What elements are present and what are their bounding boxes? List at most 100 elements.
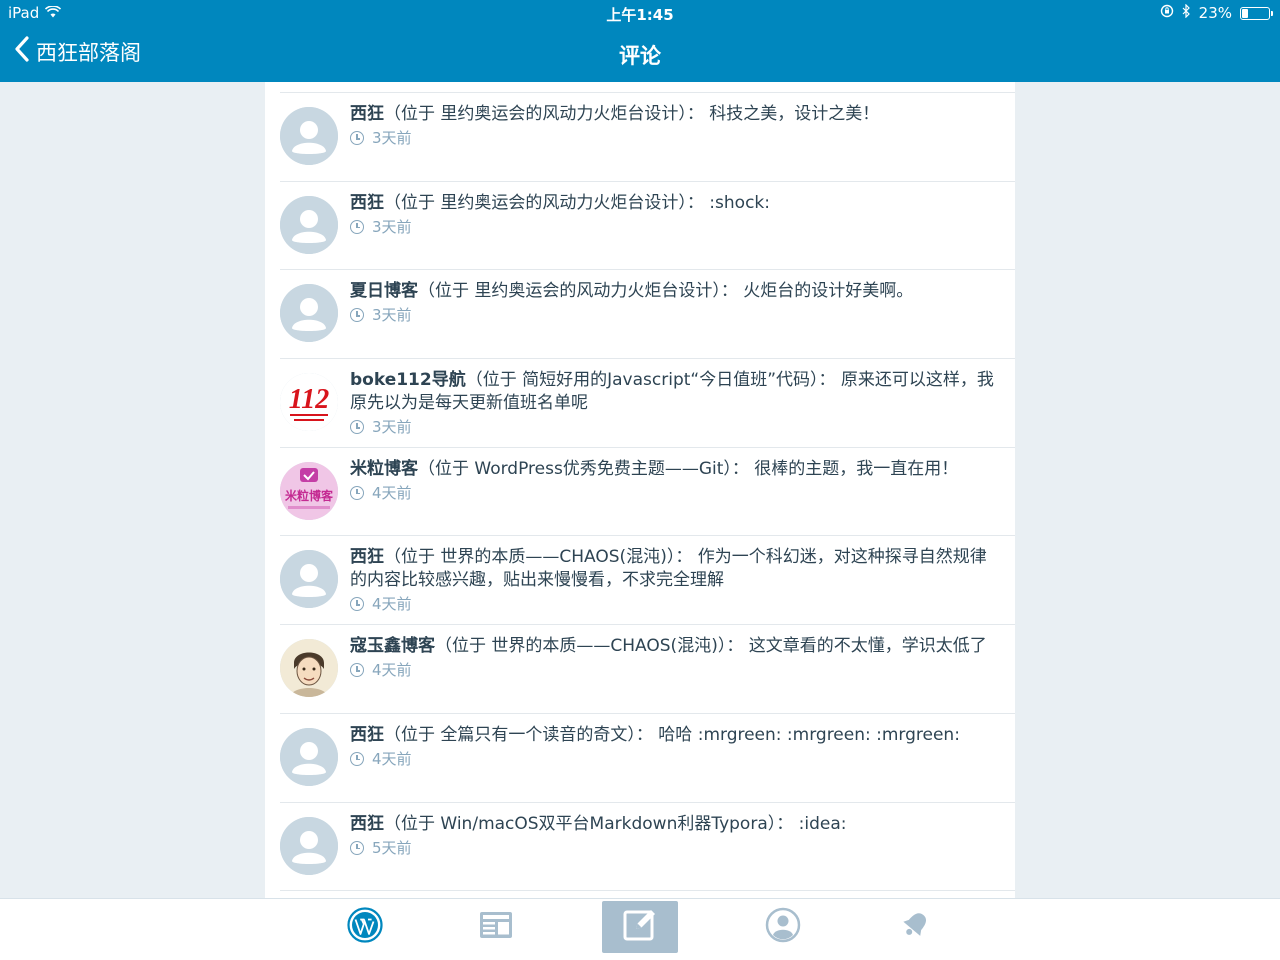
- comment-time: 5天前: [372, 838, 412, 857]
- comment-time: 4天前: [372, 595, 412, 614]
- default-avatar: [280, 284, 338, 343]
- comment-body: boke112导航（位于 简短好用的Javascript“今日值班”代码）： 原…: [350, 369, 1000, 437]
- comment-item[interactable]: 112 boke112导航（位于 简短好用的Javascript“今日值班”代码）…: [280, 359, 1015, 448]
- boke112-logo-text: 112: [289, 384, 329, 415]
- comment-meta: 4天前: [350, 483, 1000, 503]
- back-label: 西狂部落阁: [36, 40, 141, 65]
- comment-body: 西狂（位于 里约奥运会的风动力火炬台设计）： 科技之美，设计之美！ 3天前: [350, 103, 1000, 148]
- comment-author: 西狂: [350, 724, 384, 745]
- comment-text: :idea:: [793, 813, 847, 834]
- comment-item[interactable]: 西狂（位于 里约奥运会的风动力火炬台设计）： :shock: 3天前: [280, 182, 1015, 271]
- comment-meta: 5天前: [350, 838, 1000, 858]
- mili-logo: 米粒博客: [280, 461, 338, 520]
- default-avatar: [280, 550, 338, 609]
- comment-item[interactable]: 夏日博客（位于 里约奥运会的风动力火炬台设计）： 火炬台的设计好美啊。 3天前: [280, 270, 1015, 360]
- tab-me[interactable]: [745, 901, 821, 953]
- comment-text: 火炬台的设计好美啊。: [737, 281, 914, 302]
- bluetooth-icon: [1182, 3, 1191, 22]
- comment-post-ref: （位于 里约奥运会的风动力火炬台设计）：: [384, 104, 704, 124]
- comment-text: 很棒的主题，我一直在用！: [748, 458, 959, 479]
- tab-notifications[interactable]: [877, 901, 953, 953]
- comment-item[interactable]: 米粒博客 米粒博客（位于 WordPress优秀免费主题——Git）： 很棒的主题…: [280, 448, 1015, 537]
- comment-item[interactable]: 西狂（位于 里约奥运会的风动力火炬台设计）： 科技之美，设计之美！ 3天前: [280, 93, 1015, 182]
- comment-body: 米粒博客（位于 WordPress优秀免费主题——Git）： 很棒的主题，我一直…: [350, 458, 1000, 503]
- write-post-icon: [622, 907, 658, 947]
- wordpress-icon: [347, 907, 383, 947]
- clock-icon: [350, 219, 364, 234]
- portrait-avatar: [280, 639, 338, 698]
- comment-time: 4天前: [372, 483, 412, 502]
- back-button[interactable]: 西狂部落阁: [14, 36, 141, 67]
- comment-text: 哈哈 :mrgreen: :mrgreen: :mrgreen:: [652, 724, 960, 745]
- mili-logo-text: 米粒博客: [285, 488, 334, 503]
- comment-text: 这文章看的不太懂，学识太低了: [743, 636, 987, 657]
- battery-percent: 23%: [1198, 4, 1232, 22]
- clock-icon: [350, 840, 364, 855]
- battery-icon: [1240, 6, 1273, 20]
- status-time: 上午1:45: [606, 6, 674, 24]
- comment-time: 3天前: [372, 129, 412, 147]
- comment-item[interactable]: 西狂（位于 Win/macOS双平台Markdown利器Typora）： :id…: [280, 803, 1015, 892]
- default-avatar: [280, 727, 338, 786]
- comment-list: 西狂（位于 里约奥运会的风动力火炬台设计）： 科技之美，设计之美！ 3天前 西狂（位…: [265, 93, 1015, 892]
- comment-time: 3天前: [372, 217, 412, 236]
- comment-meta: 4天前: [350, 594, 1000, 614]
- clock-icon: [350, 751, 364, 766]
- status-bar: iPad 上午1:45 23%: [0, 0, 1280, 26]
- comment-author: boke112导航: [350, 370, 466, 391]
- comment-post-ref: （位于 世界的本质——CHAOS(混沌)）：: [384, 547, 693, 568]
- rotation-lock-icon: [1160, 4, 1174, 22]
- default-avatar: [280, 195, 338, 254]
- clock-icon: [350, 485, 364, 500]
- clock-icon: [350, 663, 364, 678]
- comment-meta: 3天前: [350, 417, 1000, 437]
- page-title: 评论: [619, 44, 661, 68]
- comment-meta: 4天前: [350, 660, 1000, 680]
- comment-author: 夏日博客: [350, 281, 418, 302]
- boke112-logo: 112: [280, 373, 338, 432]
- reader-icon: [478, 909, 514, 945]
- chevron-left-icon: [14, 36, 30, 67]
- tab-write[interactable]: [602, 901, 678, 953]
- comment-meta: 3天前: [350, 305, 1000, 325]
- comment-text: 科技之美，设计之美！: [703, 104, 880, 124]
- comment-item[interactable]: 寇玉鑫博客（位于 世界的本质——CHAOS(混沌)）： 这文章看的不太懂，学识太…: [280, 625, 1015, 714]
- comment-post-ref: （位于 简短好用的Javascript“今日值班”代码）：: [465, 370, 836, 391]
- comment-meta: 3天前: [350, 128, 1000, 148]
- comment-author: 米粒博客: [350, 458, 418, 479]
- clock-icon: [350, 308, 364, 323]
- battery-level-fill: [1242, 8, 1248, 18]
- comment-meta: 4天前: [350, 749, 1000, 769]
- comment-body: 西狂（位于 世界的本质——CHAOS(混沌)）： 作为一个科幻迷，对这种探寻自然…: [350, 546, 1000, 614]
- comment-meta: 3天前: [350, 217, 1000, 237]
- tab-reader[interactable]: [458, 901, 534, 953]
- clock-icon: [350, 597, 364, 612]
- comment-post-ref: （位于 WordPress优秀免费主题——Git）：: [418, 458, 749, 479]
- comment-item[interactable]: 西狂（位于 全篇只有一个读音的奇文）： 哈哈 :mrgreen: :mrgree…: [280, 714, 1015, 803]
- navigation-bar: 西狂部落阁 评论: [0, 26, 1280, 82]
- comment-time: 4天前: [372, 749, 412, 768]
- comment-body: 西狂（位于 里约奥运会的风动力火炬台设计）： :shock: 3天前: [350, 192, 1000, 237]
- comment-author: 西狂: [350, 547, 384, 568]
- me-icon: [765, 907, 801, 947]
- comment-post-ref: （位于 全篇只有一个读音的奇文）：: [384, 724, 653, 745]
- default-avatar: [280, 107, 338, 165]
- comment-time: 4天前: [372, 661, 412, 680]
- comment-item[interactable]: 西狂（位于 世界的本质——CHAOS(混沌)）： 作为一个科幻迷，对这种探寻自然…: [280, 536, 1015, 626]
- comment-time: 3天前: [372, 306, 412, 325]
- comment-author: 西狂: [350, 813, 384, 834]
- comment-text: :shock:: [703, 192, 770, 213]
- clock-icon: [350, 420, 364, 435]
- status-right: 23%: [1160, 3, 1273, 22]
- app-header: iPad 上午1:45 23% 西狂部落阁 评论: [0, 0, 1280, 82]
- comment-time: 3天前: [372, 418, 412, 437]
- comment-post-ref: （位于 里约奥运会的风动力火炬台设计）：: [384, 192, 704, 213]
- clock-icon: [350, 131, 364, 145]
- default-avatar: [280, 816, 338, 875]
- comment-post-ref: （位于 世界的本质——CHAOS(混沌)）：: [435, 636, 744, 657]
- comment-author: 寇玉鑫博客: [350, 636, 435, 657]
- comments-panel: 西狂（位于 里约奥运会的风动力火炬台设计）： 科技之美，设计之美！ 3天前 西狂（位…: [265, 82, 1015, 898]
- comment-author: 西狂: [350, 192, 384, 213]
- tab-my-sites[interactable]: [327, 901, 403, 953]
- comment-body: 夏日博客（位于 里约奥运会的风动力火炬台设计）： 火炬台的设计好美啊。 3天前: [350, 280, 1000, 325]
